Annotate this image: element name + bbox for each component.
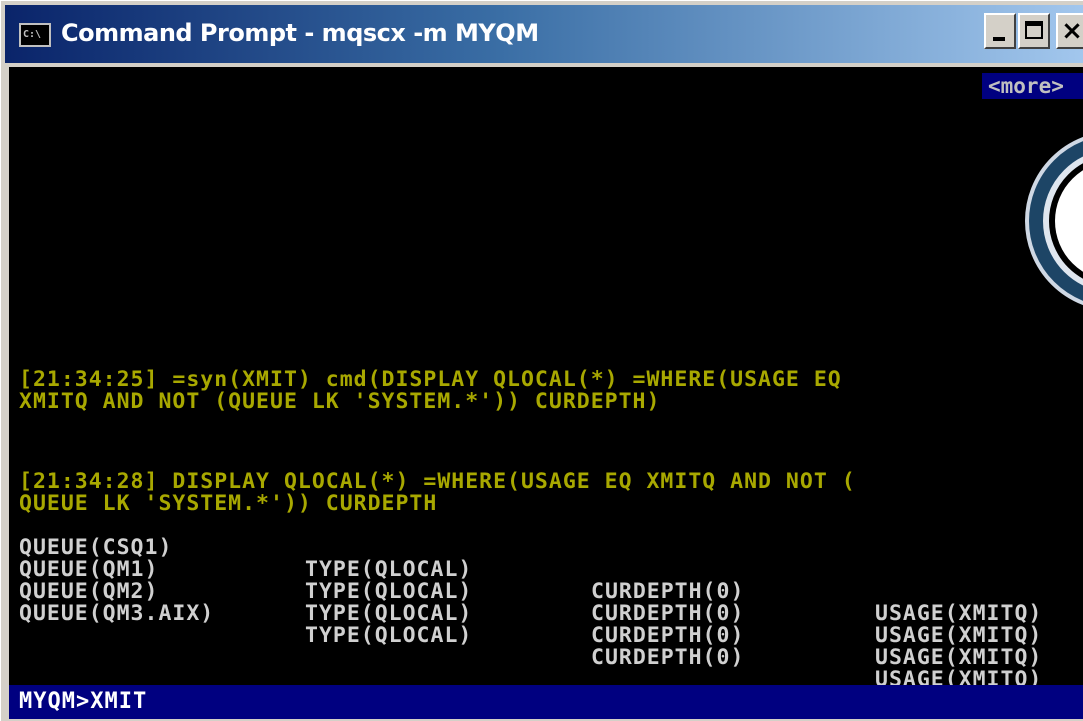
- queue-usage-cell: USAGE(XMITQ): [875, 667, 1043, 686]
- console-app-icon[interactable]: C:\: [19, 23, 51, 47]
- maximize-button[interactable]: [1018, 13, 1050, 49]
- queue-curdepth-cell: CURDEPTH(0): [591, 645, 745, 670]
- result-row: QUEUE(QM2) TYPE(QLOCAL) CURDEPTH(0) USAG…: [19, 559, 1083, 669]
- result-row: QUEUE(QM3.AIX) TYPE(QLOCAL) CURDEPTH(0) …: [19, 581, 1083, 686]
- command-input-bar[interactable]: MYQM>XMIT: [9, 685, 1083, 719]
- queue-usage-cell: USAGE(XMITQ): [875, 623, 1043, 648]
- command-echo-line: [21:34:25] =syn(XMIT) cmd(DISPLAY QLOCAL…: [19, 367, 842, 392]
- minimize-icon: [993, 37, 1005, 41]
- command-prompt-input[interactable]: MYQM>XMIT: [19, 689, 147, 715]
- command-echo-line: XMITQ AND NOT (QUEUE LK 'SYSTEM.*')) CUR…: [19, 389, 661, 414]
- command-prompt-window: C:\ Command Prompt - mqscx -m MYQM × <mo…: [0, 0, 1083, 721]
- result-row: QUEUE(CSQ1) TYPE(QLOCAL) CURDEPTH(0) USA…: [19, 515, 1083, 625]
- title-bar[interactable]: C:\ Command Prompt - mqscx -m MYQM: [5, 5, 1083, 63]
- queue-name-cell: QUEUE(QM3.AIX): [19, 601, 215, 626]
- command-run-line: [21:34:28] DISPLAY QLOCAL(*) =WHERE(USAG…: [19, 469, 856, 494]
- close-button[interactable]: ×: [1056, 13, 1083, 49]
- queue-type-cell: TYPE(QLOCAL): [305, 601, 473, 626]
- queue-curdepth-cell: CURDEPTH(0): [591, 623, 745, 648]
- queue-usage-cell: USAGE(XMITQ): [875, 601, 1043, 626]
- result-row: QUEUE(QM1) TYPE(QLOCAL) CURDEPTH(0) USAG…: [19, 537, 1083, 647]
- more-indicator: <more>: [982, 73, 1083, 99]
- queue-usage-cell: USAGE(XMITQ): [875, 645, 1043, 670]
- queue-curdepth-cell: CURDEPTH(0): [591, 601, 745, 626]
- minimize-button[interactable]: [984, 13, 1016, 49]
- console-output-area[interactable]: <more> [21:34:25] =syn(XMIT) cmd(DISPLAY…: [9, 67, 1083, 685]
- maximize-icon: [1025, 21, 1043, 39]
- queue-type-cell: TYPE(QLOCAL): [305, 623, 473, 648]
- close-icon: ×: [1061, 16, 1083, 46]
- command-run-line: QUEUE LK 'SYSTEM.*')) CURDEPTH: [19, 491, 438, 516]
- window-title: Command Prompt - mqscx -m MYQM: [61, 19, 539, 47]
